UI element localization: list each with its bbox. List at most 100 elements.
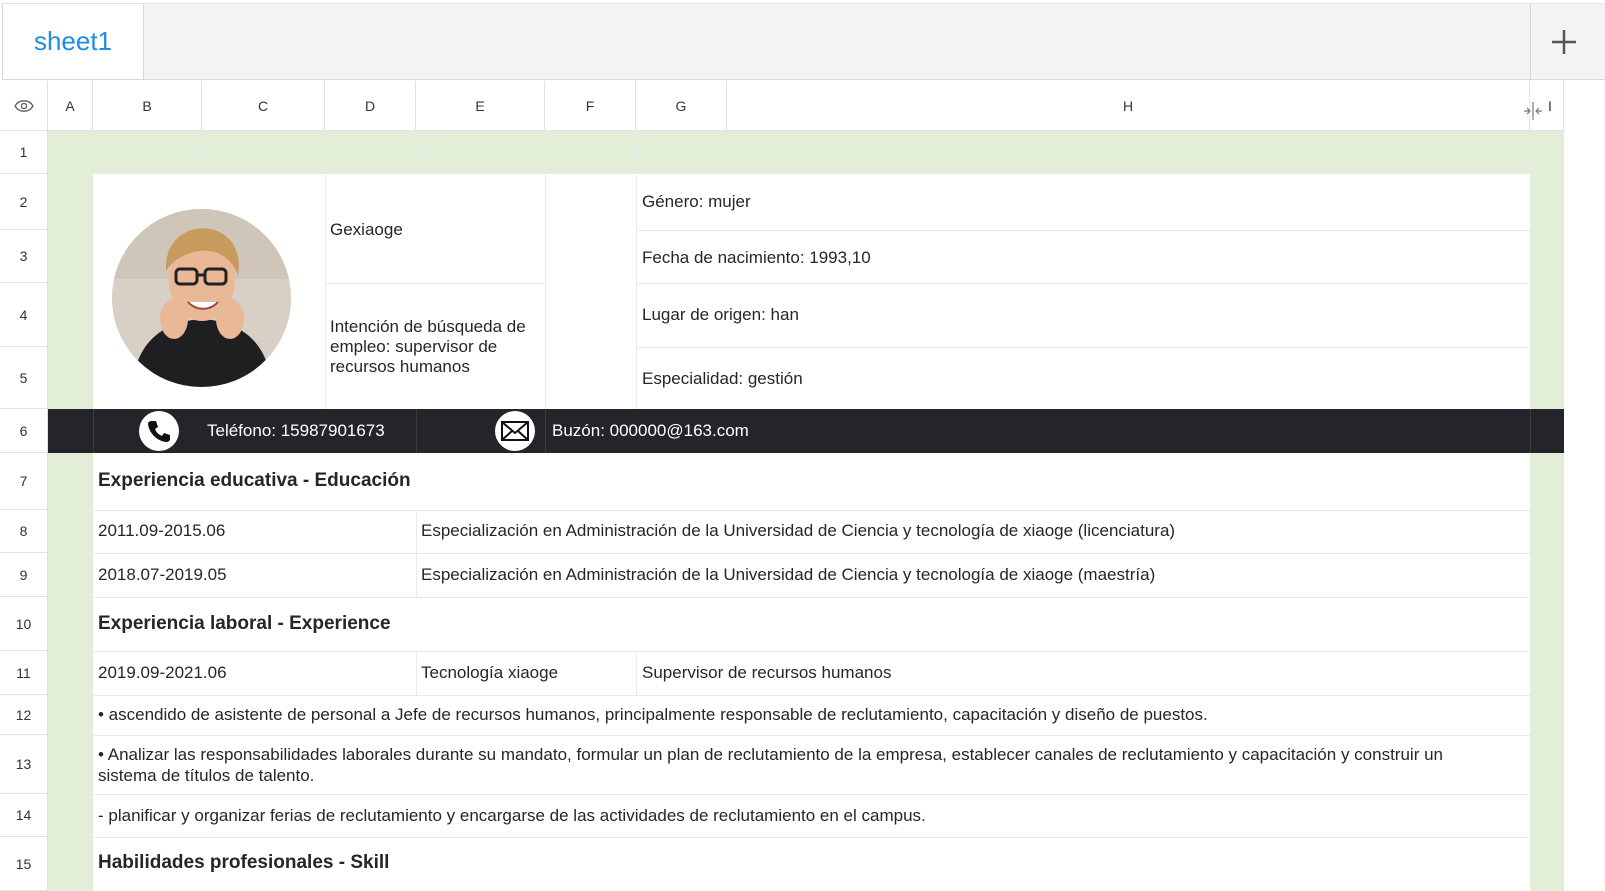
education-detail-1[interactable]: Especialización en Administración de la … [421, 521, 1175, 541]
skills-heading[interactable]: Habilidades profesionales - Skill [98, 853, 389, 873]
gridline [93, 735, 1530, 736]
gridline [202, 131, 203, 174]
gridline [93, 597, 1530, 598]
work-bullet-1[interactable]: • ascendido de asistente de personal a J… [98, 705, 1208, 725]
phone-icon [139, 411, 179, 451]
gridline [93, 651, 1530, 652]
column-header-c[interactable]: C [202, 81, 325, 131]
row-label: 13 [15, 756, 32, 772]
gridline [636, 230, 1530, 231]
phone-text[interactable]: Teléfono: 15987901673 [207, 421, 385, 441]
row-header-4[interactable]: 4 [0, 283, 48, 347]
gridline [93, 409, 94, 453]
row-label: 5 [19, 369, 28, 386]
row-header-6[interactable]: 6 [0, 409, 48, 453]
row-label: 1 [19, 144, 28, 160]
portrait-image [112, 209, 291, 387]
row-header-10[interactable]: 10 [0, 597, 48, 651]
gridline [325, 283, 545, 284]
gender-cell[interactable]: Género: mujer [642, 192, 751, 212]
row-label: 6 [19, 422, 28, 439]
row-header-15[interactable]: 15 [0, 837, 48, 891]
education-detail-2[interactable]: Especialización en Administración de la … [421, 565, 1155, 585]
work-bullet-3[interactable]: - planificar y organizar ferias de reclu… [98, 806, 926, 826]
specialty-cell[interactable]: Especialidad: gestión [642, 369, 803, 389]
eye-icon [13, 99, 34, 112]
row-label: 2 [19, 193, 28, 210]
row-label: 3 [19, 248, 28, 264]
row-header-14[interactable]: 14 [0, 794, 48, 837]
gridline [636, 131, 637, 174]
work-role[interactable]: Supervisor de recursos humanos [642, 663, 891, 683]
column-label: G [675, 97, 687, 114]
row-label: 14 [15, 807, 32, 823]
gridline [545, 131, 546, 174]
profile-photo [112, 209, 291, 387]
resize-arrows-icon [1524, 102, 1542, 120]
row-label: 12 [15, 706, 32, 723]
column-header-d[interactable]: D [325, 81, 416, 131]
gridline [93, 553, 1530, 554]
column-header-g[interactable]: G [636, 81, 727, 131]
row-header-1[interactable]: 1 [0, 131, 48, 174]
origin-cell[interactable]: Lugar de origen: han [642, 305, 799, 325]
profile-name[interactable]: Gexiaoge [330, 220, 403, 240]
column-label: C [257, 97, 269, 114]
row-header-3[interactable]: 3 [0, 230, 48, 283]
gridline [727, 131, 728, 174]
contact-bar: Teléfono: 15987901673 Buzón: 000000@163.… [48, 409, 1564, 453]
column-label: A [65, 97, 75, 114]
mail-text[interactable]: Buzón: 000000@163.com [552, 421, 749, 441]
gridline [416, 510, 417, 597]
row-header-8[interactable]: 8 [0, 510, 48, 553]
work-bullet-2-cont[interactable]: sistema de títulos de talento. [98, 766, 314, 786]
birthdate-cell[interactable]: Fecha de nacimiento: 1993,10 [642, 248, 871, 268]
column-label: I [1548, 97, 1552, 114]
gridline [636, 174, 637, 409]
work-period[interactable]: 2019.09-2021.06 [98, 663, 227, 683]
row-1-fill [93, 131, 1530, 174]
row-label: 9 [19, 566, 28, 583]
education-period-1[interactable]: 2011.09-2015.06 [98, 521, 225, 541]
visibility-toggle[interactable] [0, 81, 48, 131]
education-heading[interactable]: Experiencia educativa - Educación [98, 471, 411, 491]
gridline [416, 651, 417, 695]
column-header-a[interactable]: A [48, 81, 93, 131]
row-header-2[interactable]: 2 [0, 174, 48, 230]
gridline [416, 409, 417, 453]
column-label: H [1122, 97, 1134, 114]
gridline [1530, 409, 1531, 453]
row-header-13[interactable]: 13 [0, 735, 48, 794]
gridline [93, 510, 1530, 511]
row-label: 11 [16, 664, 31, 681]
column-header-e[interactable]: E [416, 81, 545, 131]
gridline [636, 283, 1530, 284]
row-label: 15 [15, 855, 32, 872]
column-header-f[interactable]: F [545, 81, 636, 131]
gridline [636, 651, 637, 695]
gridline [416, 131, 417, 174]
job-intent[interactable]: Intención de búsqueda de empleo: supervi… [330, 317, 540, 377]
row-label: 7 [19, 473, 28, 489]
gridline [325, 131, 326, 174]
column-label: E [475, 97, 485, 114]
row-header-12[interactable]: 12 [0, 695, 48, 735]
work-heading[interactable]: Experiencia laboral - Experience [98, 614, 391, 634]
column-a-fill [48, 131, 93, 891]
row-label: 4 [19, 306, 28, 323]
column-label: B [142, 97, 152, 114]
work-company[interactable]: Tecnología xiaoge [421, 663, 558, 683]
gridline [545, 174, 546, 409]
gridline [545, 409, 546, 453]
column-header-b[interactable]: B [93, 81, 202, 131]
column-header-h[interactable]: H [727, 81, 1530, 131]
row-header-5[interactable]: 5 [0, 347, 48, 409]
gridline [93, 695, 1530, 696]
column-resize-handle[interactable] [1522, 101, 1544, 121]
work-bullet-2[interactable]: • Analizar las responsabilidades laboral… [98, 745, 1443, 765]
row-header-9[interactable]: 9 [0, 553, 48, 597]
column-label: D [364, 97, 376, 114]
education-period-2[interactable]: 2018.07-2019.05 [98, 565, 227, 585]
row-header-11[interactable]: 11 [0, 651, 48, 695]
row-header-7[interactable]: 7 [0, 453, 48, 510]
